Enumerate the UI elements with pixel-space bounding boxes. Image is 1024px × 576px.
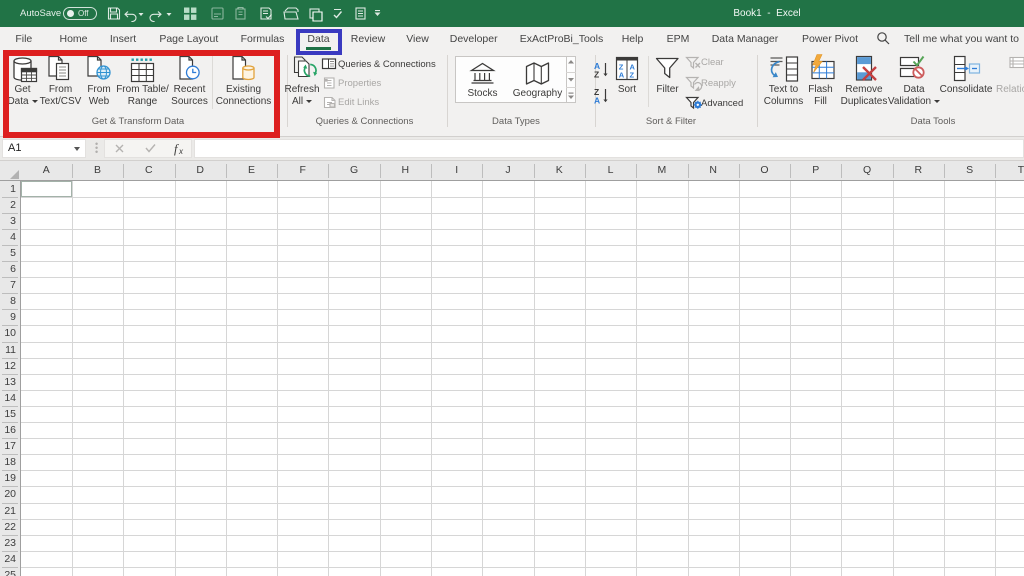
svg-text:A: A bbox=[594, 96, 600, 106]
svg-text:Z: Z bbox=[594, 70, 599, 80]
svg-text:x: x bbox=[178, 147, 184, 156]
svg-text:Z: Z bbox=[630, 71, 635, 80]
svg-text:A: A bbox=[619, 71, 625, 80]
